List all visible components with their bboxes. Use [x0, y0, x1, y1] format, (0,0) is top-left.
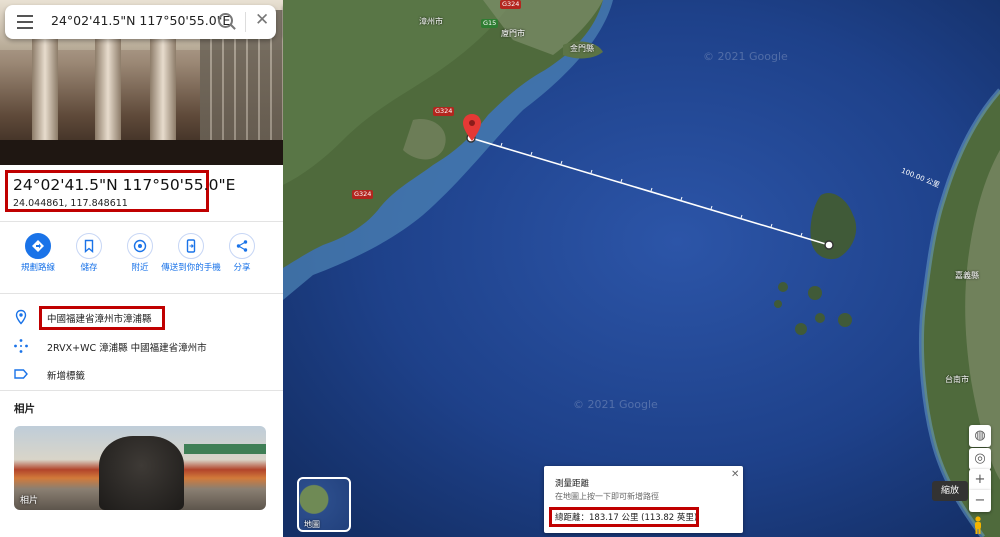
bookmark-icon [76, 233, 102, 259]
send-to-phone-icon [178, 233, 204, 259]
add-label-text: 新增標籤 [47, 371, 86, 382]
layer-switcher[interactable]: 地圖 [297, 477, 351, 532]
share-icon [229, 233, 255, 259]
side-panel: 24°02'41.5"N 117°50'55.0"E ✕ 24°02'41.5"… [0, 0, 283, 537]
address-highlight-box [39, 306, 165, 330]
zoom-in-button[interactable]: + [969, 469, 991, 491]
search-icon[interactable] [218, 13, 233, 28]
nearby-icon [127, 233, 153, 259]
town-label: 金門縣 [570, 44, 594, 53]
close-icon[interactable]: ✕ [731, 469, 739, 480]
measure-title: 測量距離 [555, 479, 590, 489]
road-shield: G324 [500, 0, 522, 9]
distance-highlight-box [549, 507, 699, 527]
share-label: 分享 [233, 263, 251, 273]
plus-code-row[interactable]: 2RVX+WC 漳浦縣 中國福建省漳州市 [0, 336, 283, 360]
decimal-coordinates[interactable]: 24.044861, 117.848611 [13, 198, 128, 209]
zoom-tooltip: 縮放 [932, 481, 968, 501]
place-title: 24°02'41.5"N 117°50'55.0"E [13, 176, 236, 194]
map-canvas[interactable]: © 2021 Google © 2021 Google 100.00 公里 漳州… [283, 0, 1000, 537]
zoom-out-button[interactable]: − [969, 490, 991, 512]
town-label: 廈門市 [501, 29, 525, 38]
town-label: 漳州市 [419, 17, 443, 26]
pegman-icon[interactable] [972, 516, 984, 534]
map-watermark: © 2021 Google [573, 398, 658, 411]
town-label: 嘉義縣 [955, 271, 979, 280]
plus-code-icon [14, 339, 28, 353]
close-icon[interactable]: ✕ [255, 10, 269, 30]
search-box[interactable]: 24°02'41.5"N 117°50'55.0"E ✕ [5, 5, 276, 39]
globe-icon[interactable]: ◍ [969, 425, 991, 447]
measure-hint: 在地圖上按一下即可新增路徑 [555, 492, 659, 501]
directions-icon [25, 233, 51, 259]
menu-icon[interactable] [17, 15, 33, 29]
road-shield: G324 [433, 107, 455, 116]
label-icon [14, 369, 28, 379]
plus-code-text: 2RVX+WC 漳浦縣 中國福建省漳州市 [47, 343, 207, 354]
location-marker-icon[interactable] [461, 113, 483, 143]
road-shield: G15 [481, 19, 499, 28]
satellite-imagery [283, 0, 1000, 537]
photos-heading: 相片 [14, 403, 35, 415]
add-label-row[interactable]: 新增標籤 [0, 364, 283, 388]
photo-caption: 相片 [20, 496, 39, 506]
town-label: 台南市 [945, 375, 969, 384]
location-pin-icon [15, 309, 27, 325]
share-button[interactable]: 分享 [212, 233, 272, 274]
my-location-icon[interactable]: ◎ [969, 448, 991, 470]
search-input[interactable]: 24°02'41.5"N 117°50'55.0"E [51, 13, 230, 28]
map-watermark: © 2021 Google [703, 50, 788, 63]
layer-label: 地圖 [304, 520, 320, 529]
road-shield: G324 [352, 190, 374, 199]
photo-thumbnail[interactable]: 相片 [14, 426, 266, 510]
